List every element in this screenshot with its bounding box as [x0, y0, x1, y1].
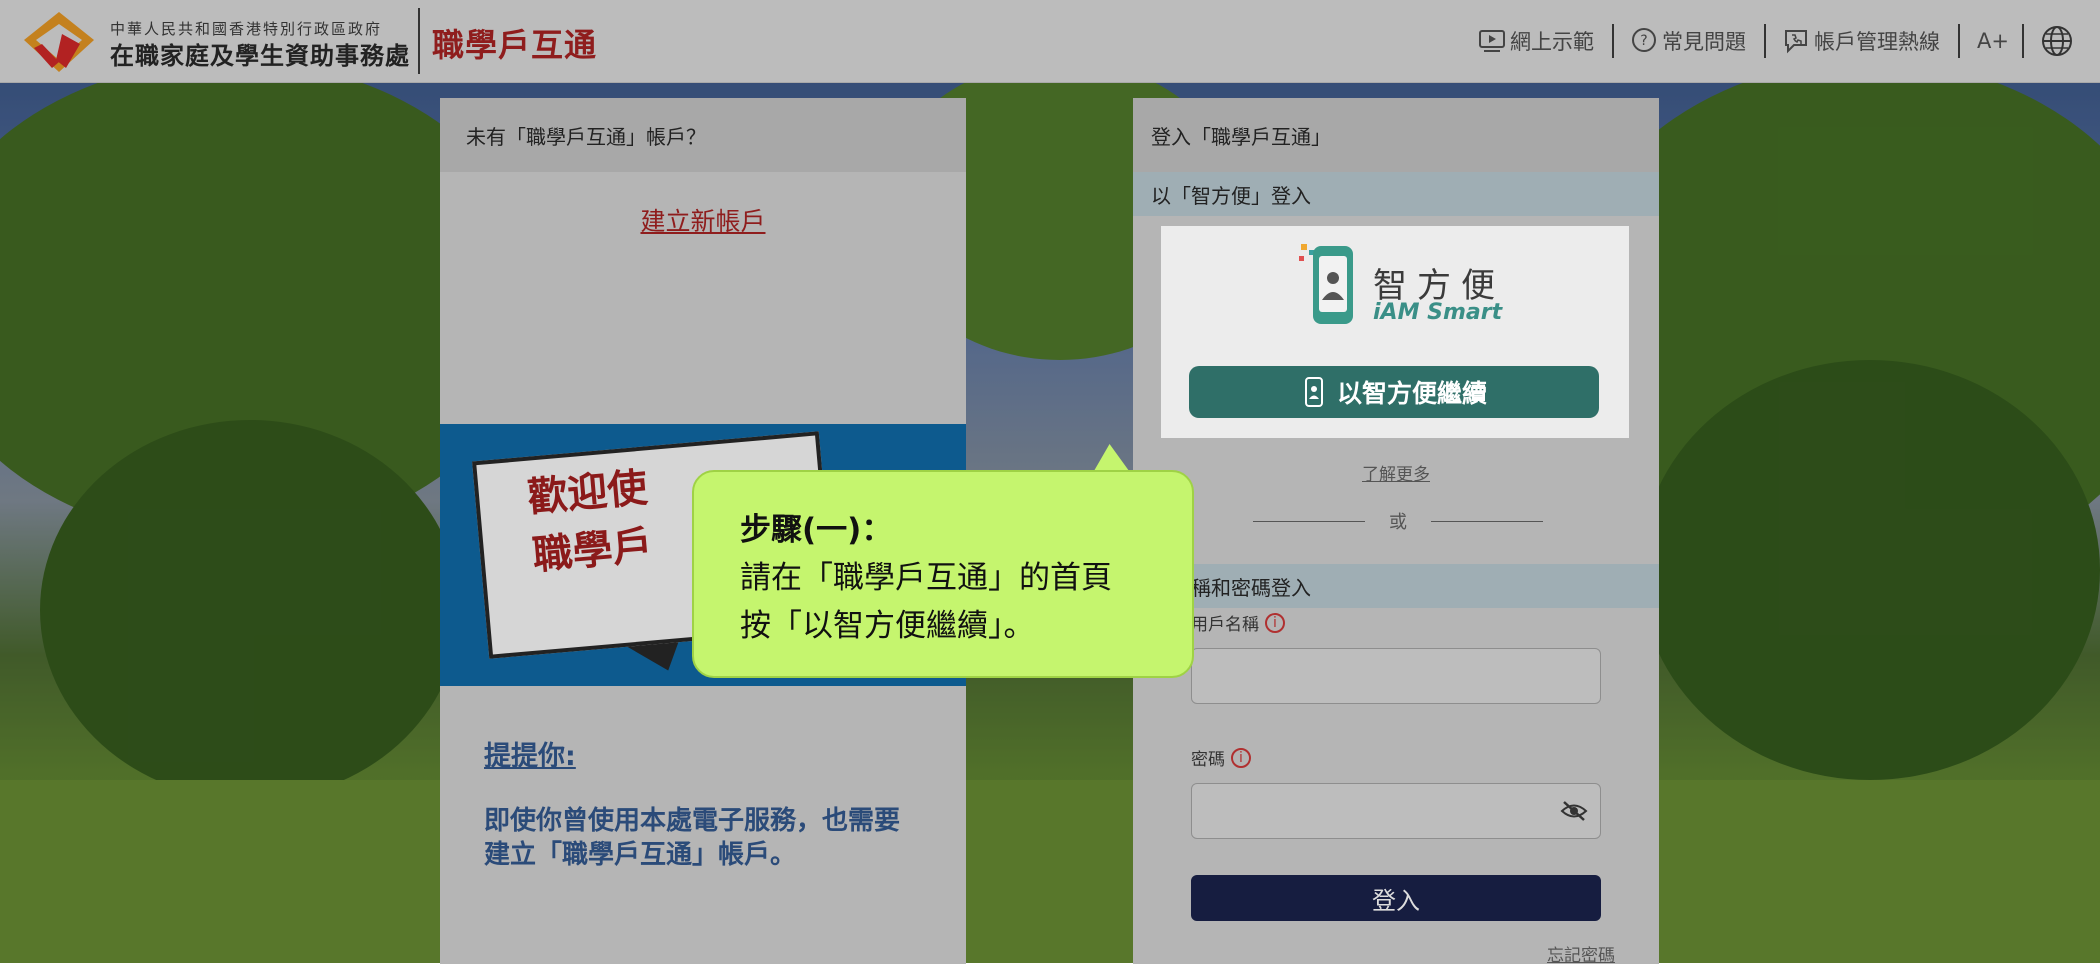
username-label: 用戶名稱 i — [1191, 610, 1285, 635]
nav-divider — [1764, 24, 1766, 58]
banner-line-1: 歡迎使 — [525, 463, 650, 522]
video-screen-icon — [1479, 30, 1505, 52]
language-button[interactable] — [2040, 24, 2078, 58]
svg-text:?: ? — [1640, 33, 1647, 49]
tooltip-line-1: 請在「職學戶互通」的首頁 — [740, 560, 1112, 596]
password-input[interactable] — [1191, 783, 1601, 839]
step-tooltip: 步驟(一)： 請在「職學戶互通」的首頁 按「以智方便繼續」。 — [692, 470, 1194, 678]
header-divider — [418, 8, 420, 74]
username-input[interactable] — [1191, 648, 1601, 704]
login-panel-heading: 登入「職學戶互通」 — [1133, 98, 1659, 172]
globe-icon — [2042, 26, 2072, 56]
banner-text: 歡迎使 職學戶 — [525, 459, 655, 585]
eye-off-icon[interactable] — [1560, 800, 1588, 822]
tooltip-line-2: 按「以智方便繼續」。 — [740, 608, 1035, 644]
login-button[interactable]: 登入 — [1191, 875, 1601, 921]
continue-with-iam-smart-button[interactable]: 以智方便繼續 — [1189, 366, 1599, 418]
nav-divider — [1612, 24, 1614, 58]
nav-divider — [1958, 24, 1960, 58]
info-icon[interactable]: i — [1265, 612, 1285, 633]
info-icon[interactable]: i — [1231, 747, 1251, 768]
banner-line-2: 職學戶 — [530, 521, 655, 580]
iam-smart-section-bar: 以「智方便」登入 — [1133, 172, 1659, 216]
or-divider: 或 — [1253, 508, 1543, 534]
password-label-text: 密碼 — [1191, 750, 1225, 770]
forgot-password-link[interactable]: 忘記密碼 — [1547, 941, 1615, 966]
font-size-label: A+ — [1977, 29, 2009, 53]
department-logo-icon — [24, 12, 94, 72]
nav-account-hotline[interactable]: 帳戶管理熱線 — [1782, 24, 1940, 58]
password-label: 密碼 i — [1191, 745, 1251, 770]
reminder-body: 即使你曾使用本處電子服務，也需要建立「職學戶互通」帳戶。 — [484, 806, 901, 870]
department-name: 在職家庭及學生資助事務處 — [110, 42, 410, 70]
continue-with-iam-smart-label: 以智方便繼續 — [1336, 379, 1487, 408]
iam-smart-card: 智方便 iAM Smart 以智方便繼續 — [1161, 226, 1629, 438]
nav-online-demo-label: 網上示範 — [1510, 30, 1594, 54]
phone-bubble-icon — [1785, 30, 1807, 54]
question-bubble-icon: ? — [1632, 28, 1656, 52]
register-panel-heading: 未有「職學戶互通」帳戶？ — [440, 98, 966, 172]
or-text: 或 — [1389, 512, 1407, 533]
nav-divider — [2022, 24, 2024, 58]
username-label-text: 用戶名稱 — [1191, 615, 1259, 635]
nav-faq-label: 常見問題 — [1662, 30, 1746, 54]
nav-online-demo[interactable]: 網上示範 — [1478, 24, 1594, 58]
iam-smart-logo-icon — [1299, 244, 1353, 324]
iam-smart-name-english: iAM Smart — [1373, 300, 1503, 325]
login-panel: 登入「職學戶互通」 以「智方便」登入 智方便 iAM Smart 以智方便繼續 … — [1133, 98, 1659, 966]
iam-smart-phone-icon — [1304, 377, 1323, 407]
nav-account-hotline-label: 帳戶管理熱線 — [1814, 30, 1940, 54]
nav-faq[interactable]: ? 常見問題 — [1630, 24, 1746, 58]
font-size-button[interactable]: A+ — [1977, 24, 2009, 58]
password-login-section-bar: 戶名稱和密碼登入 — [1133, 564, 1659, 608]
create-account-link[interactable]: 建立新帳戶 — [440, 202, 966, 238]
reminder-title: 提提你: — [484, 741, 576, 772]
tooltip-title: 步驟(一)： — [740, 512, 893, 548]
portal-title: 職學戶互通 — [432, 26, 598, 64]
learn-more-link[interactable]: 了解更多 — [1133, 460, 1659, 485]
top-header: 中華人民共和國香港特別行政區政府 在職家庭及學生資助事務處 職學戶互通 網上示範… — [0, 0, 2100, 83]
